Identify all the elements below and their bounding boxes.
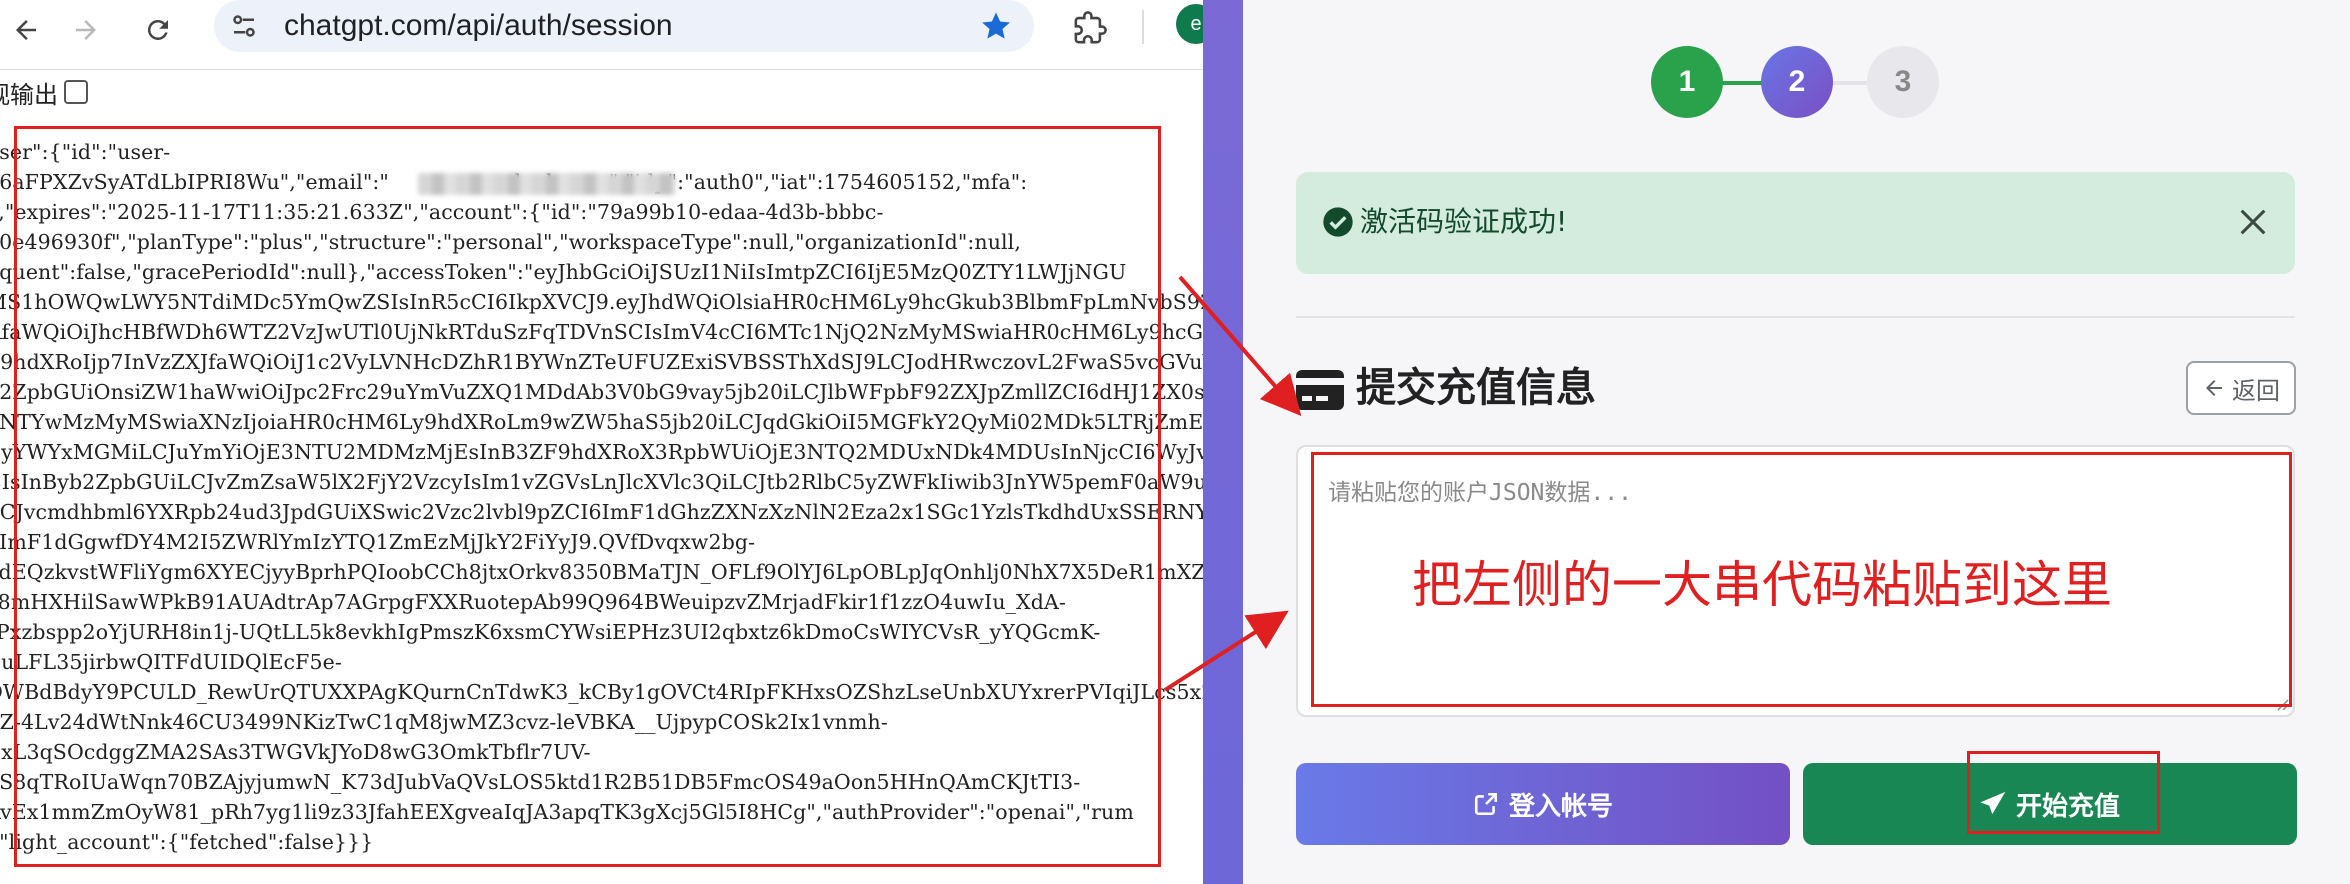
back-label: 返回	[2232, 376, 2280, 405]
login-button[interactable]: 登入帐号	[1296, 763, 1790, 845]
step-connector-pending	[1830, 81, 1870, 85]
forward-button[interactable]	[64, 8, 108, 52]
annotation-box-button	[1967, 751, 2160, 834]
arrow-right-icon	[76, 20, 96, 40]
annotation-text: 把左侧的一大串代码粘贴到这里	[1412, 556, 2112, 614]
section-divider	[1296, 316, 2295, 318]
star-icon[interactable]	[976, 6, 1016, 46]
check-circle-icon	[1323, 207, 1353, 237]
step-3: 3	[1867, 46, 1939, 118]
reload-icon	[147, 19, 168, 40]
step-2: 2	[1761, 46, 1833, 118]
back-button[interactable]	[4, 8, 48, 52]
step-1: 1	[1651, 46, 1723, 118]
browser-window: chatgpt.com/api/auth/session e 观输出 user"…	[0, 0, 1205, 884]
tune-icon[interactable]	[226, 8, 262, 44]
login-label: 登入帐号	[1508, 791, 1613, 822]
recharge-card	[1243, 0, 2350, 884]
success-alert: 激活码验证成功!	[1296, 172, 2295, 274]
pretty-print-label: 观输出	[0, 80, 58, 109]
arrow-left-icon	[2206, 380, 2222, 396]
section-title: 提交充值信息	[1356, 365, 1596, 411]
browser-toolbar: chatgpt.com/api/auth/session e	[0, 0, 1205, 70]
url-text[interactable]: chatgpt.com/api/auth/session	[284, 6, 673, 46]
pretty-print-row: 观输出	[0, 74, 88, 110]
toolbar-divider	[1142, 10, 1144, 44]
alert-message: 激活码验证成功!	[1360, 205, 1568, 238]
external-link-icon	[1474, 792, 1498, 816]
annotation-box-json	[14, 126, 1161, 867]
step-connector-done	[1720, 81, 1764, 85]
pretty-print-checkbox[interactable]	[64, 80, 88, 104]
credit-card-icon	[1296, 370, 1344, 410]
close-icon[interactable]	[2233, 202, 2273, 242]
reload-button[interactable]	[136, 8, 180, 52]
puzzle-icon[interactable]	[1068, 6, 1112, 50]
address-bar[interactable]: chatgpt.com/api/auth/session	[214, 0, 1034, 52]
back-button[interactable]: 返回	[2186, 361, 2296, 415]
arrow-left-icon	[16, 20, 36, 40]
